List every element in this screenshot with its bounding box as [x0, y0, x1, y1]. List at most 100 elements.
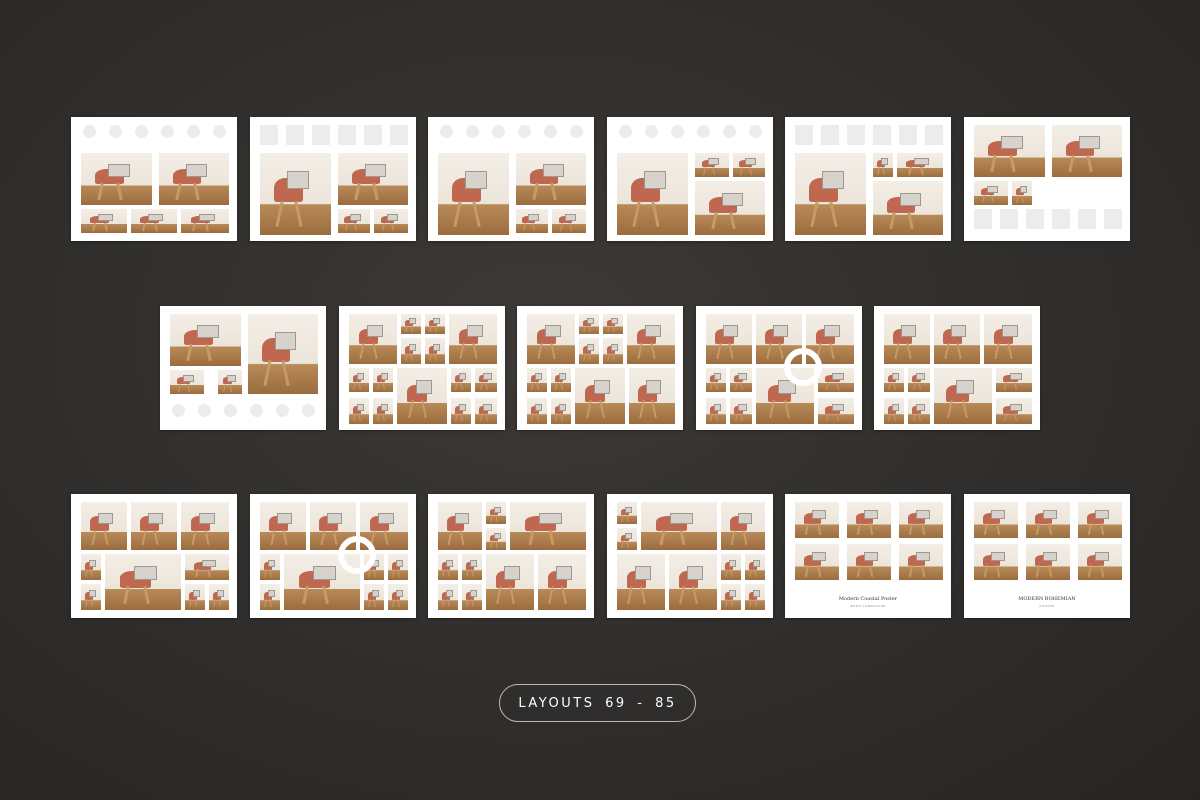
chair-leg: [301, 586, 309, 605]
chair-leg: [377, 381, 380, 390]
tote-bag: [1094, 509, 1110, 520]
chair-leg: [1007, 342, 1013, 360]
chair-leg: [868, 564, 873, 577]
chair-photo: [617, 153, 688, 235]
tote-bag: [558, 403, 567, 411]
circle-placeholder: [224, 404, 237, 417]
chair-leg: [715, 413, 719, 422]
layout-card[interactable]: [607, 494, 773, 618]
chair-leg: [213, 599, 216, 608]
chair-leg: [734, 381, 738, 390]
layout-card[interactable]: [250, 494, 416, 618]
chair-leg: [408, 400, 414, 419]
tote-bag: [464, 171, 487, 190]
chair-leg: [703, 166, 706, 175]
chair-leg: [583, 325, 586, 332]
chair-leg: [471, 569, 475, 578]
chair-leg: [1036, 522, 1041, 535]
chair-leg: [218, 599, 222, 608]
chair-leg: [282, 529, 288, 546]
circle-frame: [338, 536, 376, 574]
layout-card[interactable]: [607, 117, 773, 241]
chair-leg: [269, 569, 273, 578]
tote-bag: [416, 380, 432, 394]
layouts-range-label: LAYOUTS 69 - 85: [499, 684, 696, 722]
layout-card[interactable]: [874, 306, 1040, 430]
chair-leg: [748, 166, 752, 175]
tote-bag: [286, 171, 309, 190]
chair-leg: [368, 569, 371, 578]
chair-leg: [1068, 155, 1075, 172]
chair-leg: [390, 222, 394, 231]
chair-leg: [496, 586, 503, 605]
layout-card[interactable]: [964, 117, 1130, 241]
chair-leg: [599, 400, 605, 419]
chair-leg: [373, 599, 377, 608]
layout-card[interactable]: [160, 306, 326, 430]
layout-card[interactable]: [696, 306, 862, 430]
chair-photo: [401, 338, 421, 364]
chair-leg: [189, 599, 192, 608]
layout-card[interactable]: [250, 117, 416, 241]
tote-bag: [386, 214, 399, 222]
chair-photo: [730, 368, 752, 392]
tote-bag: [643, 171, 666, 190]
chair-leg: [1088, 564, 1093, 577]
tote-bag: [98, 512, 114, 525]
chair-photo: [373, 368, 393, 392]
tote-bag: [445, 589, 454, 597]
chair-photo: [1012, 181, 1032, 205]
chair-photo: [131, 502, 177, 550]
chair-leg: [373, 569, 377, 578]
chair-leg: [368, 599, 371, 608]
chair-leg: [429, 353, 432, 362]
chair-leg: [805, 522, 810, 535]
tote-bag: [534, 403, 543, 411]
chair-leg: [186, 383, 190, 392]
layout-card[interactable]: MODERN BOHEMIAN POSTER: [964, 494, 1130, 618]
chair-leg: [447, 569, 451, 578]
chair-leg: [920, 166, 924, 175]
chair-photo: [349, 368, 369, 392]
tote-bag: [528, 214, 540, 222]
layout-card[interactable]: [339, 306, 505, 430]
circle-placeholder: [723, 125, 736, 138]
chair-leg: [447, 529, 453, 546]
tote-bag: [915, 509, 931, 520]
chair-leg: [495, 540, 498, 548]
square-placeholder: [1078, 209, 1096, 229]
layout-card[interactable]: [428, 117, 594, 241]
chair-leg: [994, 342, 1001, 360]
chair-leg: [523, 222, 527, 231]
chair-leg: [555, 413, 558, 422]
chair-leg: [204, 529, 210, 546]
layout-card[interactable]: [71, 117, 237, 241]
chair-leg: [912, 413, 916, 422]
chair-photo: [131, 209, 177, 233]
tote-bag: [556, 566, 572, 580]
circle-placeholder: [570, 125, 583, 138]
chair-photo: [486, 528, 506, 550]
tote-bag: [723, 325, 739, 337]
chair-leg: [1047, 522, 1052, 535]
layout-card[interactable]: [517, 306, 683, 430]
chair-leg: [711, 212, 718, 230]
layout-card[interactable]: [428, 494, 594, 618]
chair-leg: [909, 564, 914, 577]
tote-bag: [133, 566, 158, 580]
layout-card[interactable]: [71, 494, 237, 618]
tote-bag: [467, 325, 483, 337]
tote-bag: [356, 373, 365, 381]
chair-leg: [509, 586, 515, 605]
tote-bag: [469, 589, 478, 597]
poster-subtitle: BOHO LANDSCAPE: [850, 604, 886, 608]
chair-leg: [651, 400, 657, 419]
chair-leg: [103, 529, 109, 546]
chair-photo: [105, 554, 181, 610]
layout-card[interactable]: [785, 117, 951, 241]
chair-photo: [617, 528, 637, 550]
layout-card[interactable]: Modern Coastal Poster BOHO LANDSCAPE: [785, 494, 951, 618]
chair-leg: [639, 400, 645, 419]
chair-leg: [472, 342, 478, 360]
chair-photo: [818, 368, 854, 392]
